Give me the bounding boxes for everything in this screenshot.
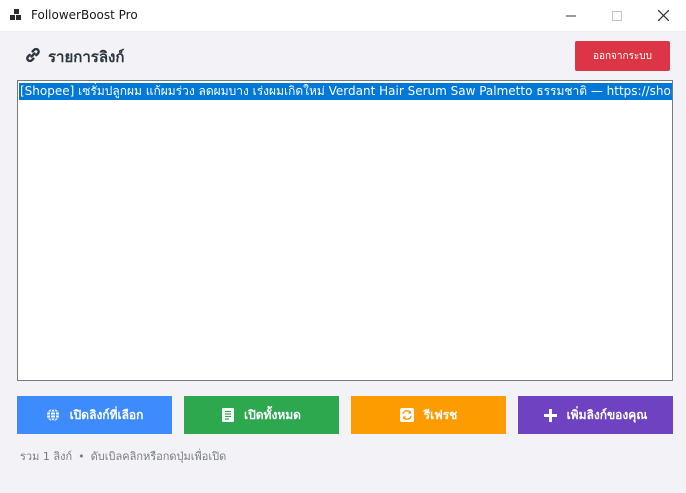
open-selected-button[interactable]: เปิดลิงก์ที่เลือก xyxy=(17,396,172,434)
open-all-button[interactable]: เปิดทั้งหมด xyxy=(184,396,339,434)
refresh-icon xyxy=(399,408,414,422)
maximize-icon xyxy=(612,10,622,21)
minimize-button[interactable] xyxy=(548,0,594,31)
status-bar: รวม 1 ลิงก์ • ดับเบิลคลิกหรือกดปุ่มเพื่อเป… xyxy=(20,447,232,465)
page-title: รายการลิงก์ xyxy=(48,48,125,66)
header: รายการลิงก์ ออกจากระบบ xyxy=(0,31,686,79)
plus-icon xyxy=(543,408,557,422)
link-icon xyxy=(26,47,40,63)
refresh-label: รีเฟรช xyxy=(423,407,458,422)
open-all-label: เปิดทั้งหมด xyxy=(244,407,301,422)
status-hint: ดับเบิลคลิกหรือกดปุ่มเพื่อเปิด xyxy=(90,450,227,463)
window-title: FollowerBoost Pro xyxy=(31,8,138,22)
title-bar: FollowerBoost Pro xyxy=(0,0,686,32)
list-item[interactable]: [Shopee] เซรั่มปลูกผม แก้ผมร่วง ลดผมบาง … xyxy=(19,83,672,100)
open-selected-label: เปิดลิงก์ที่เลือก xyxy=(69,407,144,422)
logout-button[interactable]: ออกจากระบบ xyxy=(575,41,670,71)
close-icon xyxy=(657,10,669,21)
link-listbox[interactable]: [Shopee] เซรั่มปลูกผม แก้ผมร่วง ลดผมบาง … xyxy=(17,80,673,381)
app-icon xyxy=(10,9,23,22)
globe-icon xyxy=(46,408,59,422)
maximize-button[interactable] xyxy=(594,0,640,31)
add-link-button[interactable]: เพิ่มลิงก์ของคุณ xyxy=(518,396,673,434)
refresh-button[interactable]: รีเฟรช xyxy=(351,396,506,434)
status-separator: • xyxy=(78,450,85,463)
link-count: รวม 1 ลิงก์ xyxy=(20,450,73,463)
minimize-icon xyxy=(566,15,576,16)
add-link-label: เพิ่มลิงก์ของคุณ xyxy=(566,407,648,422)
close-button[interactable] xyxy=(640,0,686,31)
document-list-icon xyxy=(222,408,235,422)
